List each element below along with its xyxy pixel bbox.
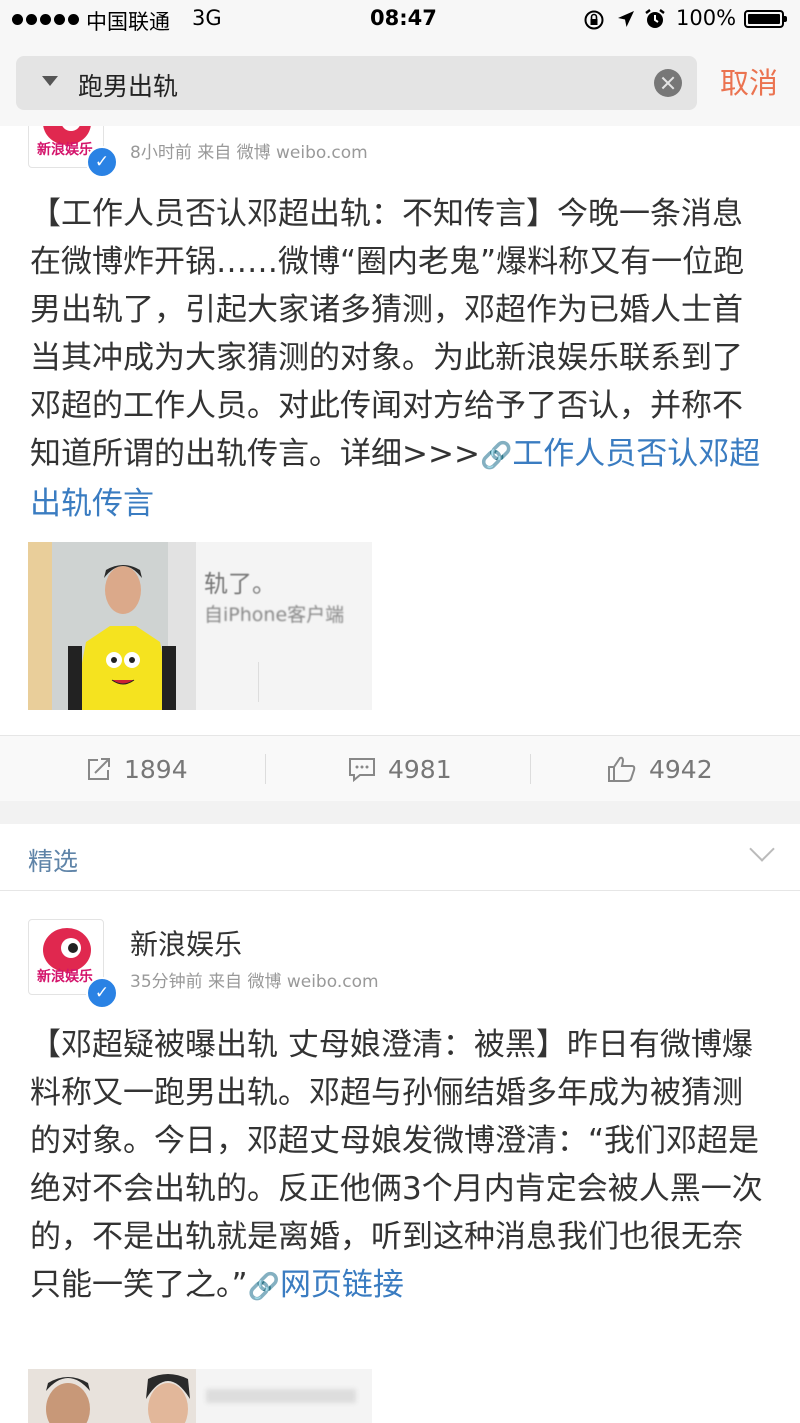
post-image[interactable] xyxy=(28,542,196,710)
verified-badge-icon: ✓ xyxy=(86,146,118,178)
like-button[interactable]: 4942 xyxy=(607,736,713,801)
carrier-label: 中国联通 xyxy=(86,10,170,34)
verified-badge-icon: ✓ xyxy=(86,977,118,1009)
like-count: 4942 xyxy=(649,754,713,784)
search-query-text[interactable]: 跑男出轨 xyxy=(78,67,178,103)
section-header[interactable]: 精选 xyxy=(0,824,800,891)
chevron-down-icon[interactable] xyxy=(749,836,775,862)
post-card[interactable]: 新浪娱乐 ✓ 新浪娱乐 35分钟前 来自 微博 weibo.com 【邓超疑被曝… xyxy=(0,891,800,1423)
post-meta: 35分钟前 来自 微博 weibo.com xyxy=(130,972,379,992)
post-card[interactable]: 新浪娱乐 ✓ 8小时前 来自 微博 weibo.com 【工作人员否认邓超出轨：… xyxy=(0,126,800,801)
clear-search-icon[interactable] xyxy=(654,69,682,97)
avatar-text: 新浪娱乐 xyxy=(37,969,93,985)
battery-percent: 100% xyxy=(676,6,737,30)
author-name[interactable]: 新浪娱乐 xyxy=(130,923,242,963)
image-caption-line: 轨了。 xyxy=(204,570,276,598)
search-input[interactable]: 跑男出轨 xyxy=(16,56,697,110)
location-arrow-icon xyxy=(618,11,634,27)
avatar-text: 新浪娱乐 xyxy=(37,142,93,158)
post-image-screenshot[interactable]: 轨了。 自iPhone客户端 xyxy=(196,542,372,710)
comment-button[interactable]: 4981 xyxy=(348,736,452,801)
comment-count: 4981 xyxy=(388,754,452,784)
post-text: 【工作人员否认邓超出轨：不知传言】今晚一条消息在微博炸开锅……微博“圈内老鬼”爆… xyxy=(30,196,761,522)
section-title: 精选 xyxy=(28,847,79,876)
repost-icon xyxy=(88,758,110,780)
thumbs-up-icon xyxy=(608,756,636,782)
network-label: 3G xyxy=(192,6,222,30)
post-action-bar: 1894 4981 4942 xyxy=(0,735,800,801)
repost-button[interactable]: 1894 xyxy=(86,736,188,801)
search-type-dropdown-icon[interactable] xyxy=(42,76,58,86)
battery-icon xyxy=(744,10,787,28)
rotation-lock-icon xyxy=(584,10,604,30)
post-image-screenshot[interactable] xyxy=(196,1369,372,1423)
clock: 08:47 xyxy=(370,6,437,30)
search-bar: 跑男出轨 取消 xyxy=(0,40,800,127)
post-link[interactable]: 🔗网页链接 xyxy=(248,1267,404,1303)
alarm-icon xyxy=(645,9,665,28)
post-meta: 8小时前 来自 微博 weibo.com xyxy=(130,143,368,163)
image-caption-line: 自iPhone客户端 xyxy=(204,604,345,626)
comment-icon xyxy=(349,758,375,782)
repost-count: 1894 xyxy=(124,754,188,784)
post-text: 【邓超疑被曝出轨 丈母娘澄清：被黑】昨日有微博爆料称又一跑男出轨。邓超与孙俪结婚… xyxy=(30,1027,763,1303)
status-bar: 中国联通 3G 08:47 100% xyxy=(0,0,800,40)
signal-strength-icon xyxy=(12,14,79,25)
cancel-button[interactable]: 取消 xyxy=(720,60,778,102)
post-image[interactable] xyxy=(28,1369,196,1423)
